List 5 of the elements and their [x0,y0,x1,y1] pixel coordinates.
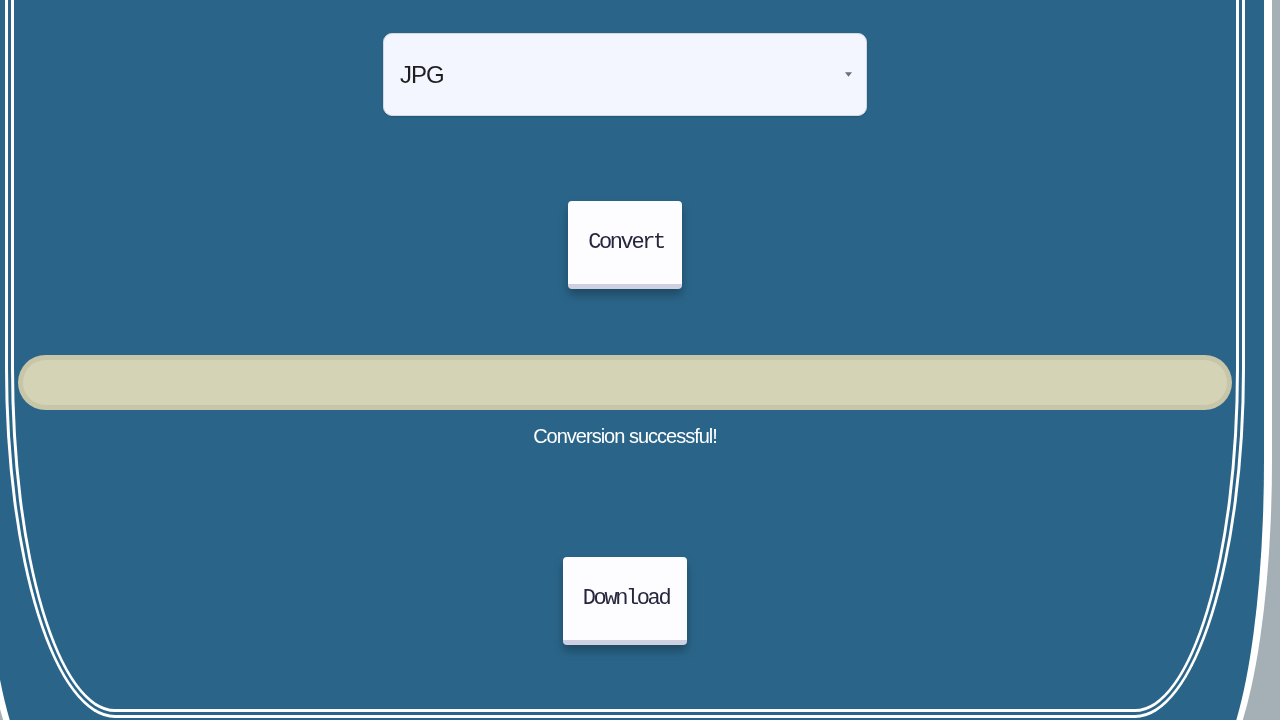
convert-button[interactable]: Convert [568,201,682,289]
format-dropdown[interactable]: JPG [383,33,867,116]
status-message: Conversion successful! [533,424,717,448]
caret-icon [845,72,852,77]
download-button[interactable]: Download [562,557,688,645]
